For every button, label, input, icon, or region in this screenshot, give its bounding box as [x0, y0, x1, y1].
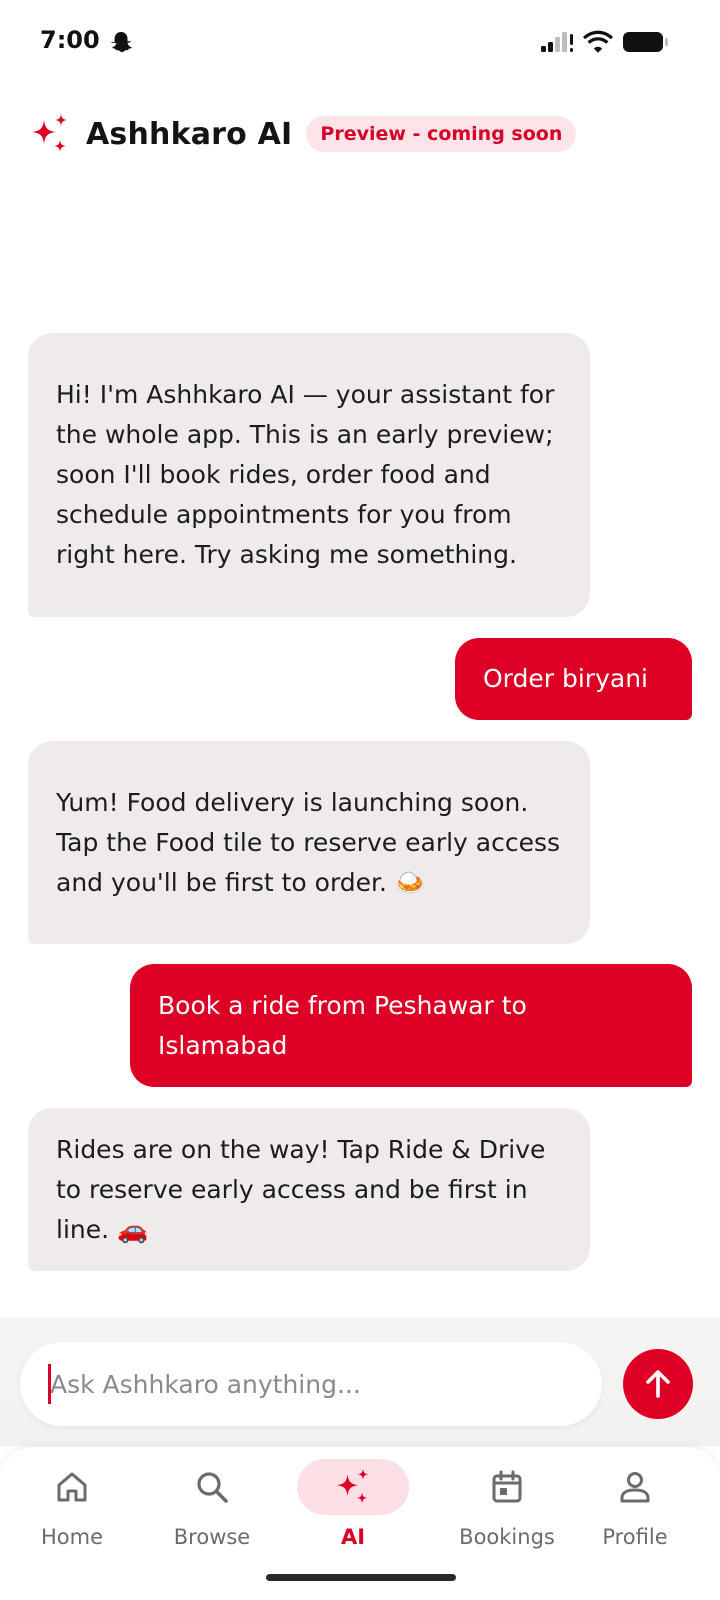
signal-icon — [541, 32, 573, 52]
chat-input[interactable] — [50, 1360, 580, 1408]
status-bar: 7:00 — [0, 0, 720, 86]
status-time: 7:00 — [40, 26, 100, 54]
text-caret — [48, 1364, 51, 1404]
nav-label: Browse — [173, 1525, 251, 1549]
nav-item-home[interactable]: Home — [0, 1447, 144, 1567]
person-icon — [620, 1472, 650, 1503]
chat-screen: 7:00 Ashhkaro AI Preview - coming soon H… — [0, 0, 720, 1600]
message-text: Book a ride from Peshawar to Islamabad — [158, 990, 527, 1060]
app-header: Ashhkaro AI Preview - coming soon — [28, 112, 577, 156]
preview-badge: Preview - coming soon — [306, 116, 577, 152]
page-title: Ashhkaro AI — [86, 116, 293, 152]
send-button[interactable] — [623, 1349, 693, 1419]
battery-icon — [623, 32, 668, 52]
bot-message: Hi! I'm Ashhkaro AI — your assistant for… — [28, 333, 590, 617]
home-icon — [57, 1472, 87, 1502]
nav-item-bookings[interactable]: Bookings — [435, 1447, 579, 1567]
search-icon — [197, 1472, 228, 1503]
nav-label: Home — [40, 1525, 103, 1549]
user-message: Book a ride from Peshawar to Islamabad — [130, 964, 692, 1087]
home-indicator[interactable] — [266, 1574, 456, 1581]
wifi-icon — [583, 30, 613, 53]
message-text: Rides are on the way! Tap Ride & Drive t… — [56, 1134, 546, 1244]
message-text: Order biryani — [483, 664, 648, 693]
user-message: Order biryani — [455, 638, 692, 720]
bot-message: Rides are on the way! Tap Ride & Drive t… — [28, 1108, 590, 1271]
arrow-up-icon — [646, 1370, 670, 1398]
nav-item-browse[interactable]: Browse — [140, 1447, 284, 1567]
nav-item-profile[interactable]: Profile — [563, 1447, 707, 1567]
nav-label: Bookings — [459, 1525, 555, 1549]
message-text: Yum! Food delivery is launching soon. Ta… — [56, 787, 561, 897]
sparkle-icon — [336, 1468, 369, 1504]
nav-item-ai[interactable]: AI — [281, 1447, 425, 1567]
sparkle-icon — [32, 114, 67, 152]
message-text: Hi! I'm Ashhkaro AI — your assistant for… — [56, 380, 555, 569]
nav-label: AI — [340, 1525, 366, 1549]
bot-message: Yum! Food delivery is launching soon. Ta… — [28, 741, 590, 944]
snapchat-icon — [111, 32, 132, 53]
chat-input-container[interactable] — [20, 1342, 602, 1426]
calendar-icon — [492, 1470, 522, 1503]
nav-label: Profile — [602, 1525, 668, 1549]
